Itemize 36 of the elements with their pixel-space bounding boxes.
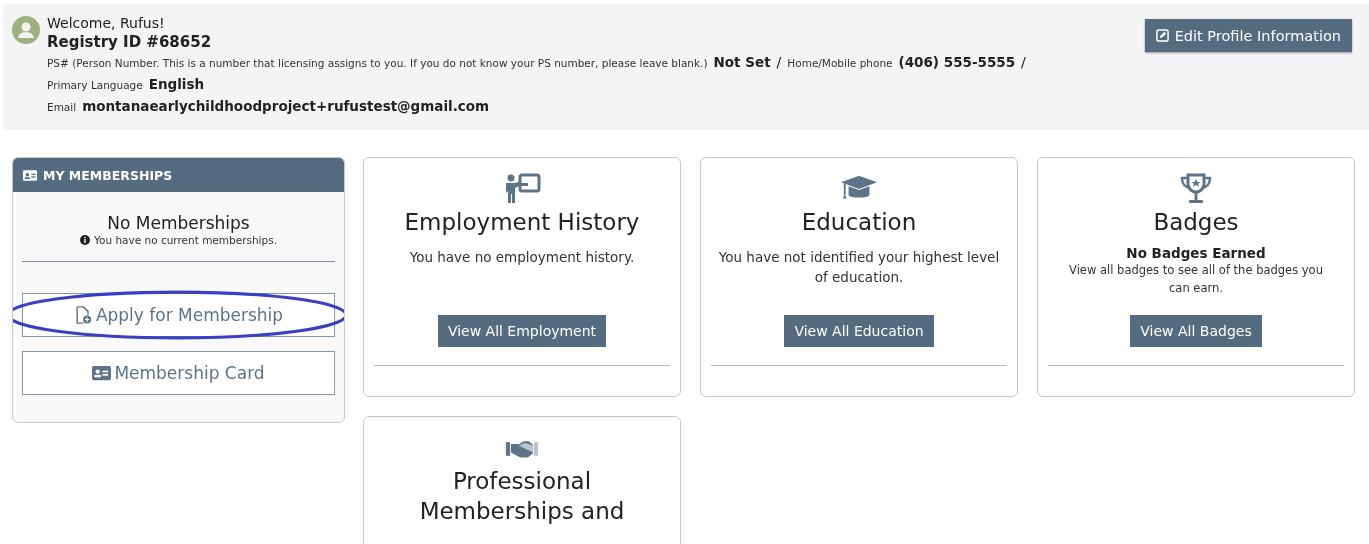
handshake-icon	[505, 438, 539, 460]
view-all-button[interactable]: View All Badges	[1130, 315, 1262, 347]
outline-button[interactable]: Membership Card	[22, 351, 335, 395]
separator: /	[776, 53, 782, 72]
registry-id: Registry ID #68652	[47, 32, 213, 52]
field-value: English	[148, 75, 205, 94]
teacher-board-icon	[503, 173, 541, 205]
view-all-button[interactable]: View All Employment	[437, 315, 607, 347]
card-title: Education	[801, 208, 917, 237]
edit-profile-button[interactable]: Edit Profile Information	[1144, 19, 1352, 52]
add-file-icon	[73, 306, 93, 324]
view-all-button[interactable]: View All Education	[784, 315, 934, 347]
field-label: Home/Mobile phone	[787, 56, 893, 71]
card-text: View all badges to see all of the badges you can earn.	[1068, 262, 1324, 297]
card-text: You have no employment history.	[409, 248, 635, 267]
welcome-text: Welcome, Rufus!	[47, 14, 166, 32]
edit-icon	[1155, 29, 1169, 42]
status-text: No Memberships	[107, 212, 250, 234]
field-value: montanaearlychildhoodproject+rufustest@gmail.com	[82, 97, 490, 116]
field-label: PS# (Person Number. This is a number that licensing assigns to you. If you do not know your PS number, please leave blank.)	[47, 56, 708, 71]
card-title: Badges	[1153, 208, 1239, 237]
id-card-icon	[92, 364, 112, 382]
card-title: Employment History	[404, 208, 640, 237]
info-icon	[79, 235, 90, 245]
field-value: Not Set	[713, 53, 771, 72]
note-text: You have no current memberships.	[93, 234, 277, 246]
field-label: Email	[47, 100, 77, 115]
avatar-icon	[12, 16, 40, 44]
field-label: Primary Language	[47, 78, 143, 93]
separator: /	[1021, 53, 1026, 72]
panel-title: MY MEMBERSHIPS	[43, 167, 173, 183]
id-card-icon	[23, 169, 37, 181]
card-title: Professional Memberships and	[418, 467, 626, 526]
field-value: (406) 555-5555	[898, 53, 1016, 72]
card-text: You have not identified your highest level of education.	[717, 248, 1001, 287]
card-subtitle: No Badges Earned	[1126, 245, 1266, 261]
